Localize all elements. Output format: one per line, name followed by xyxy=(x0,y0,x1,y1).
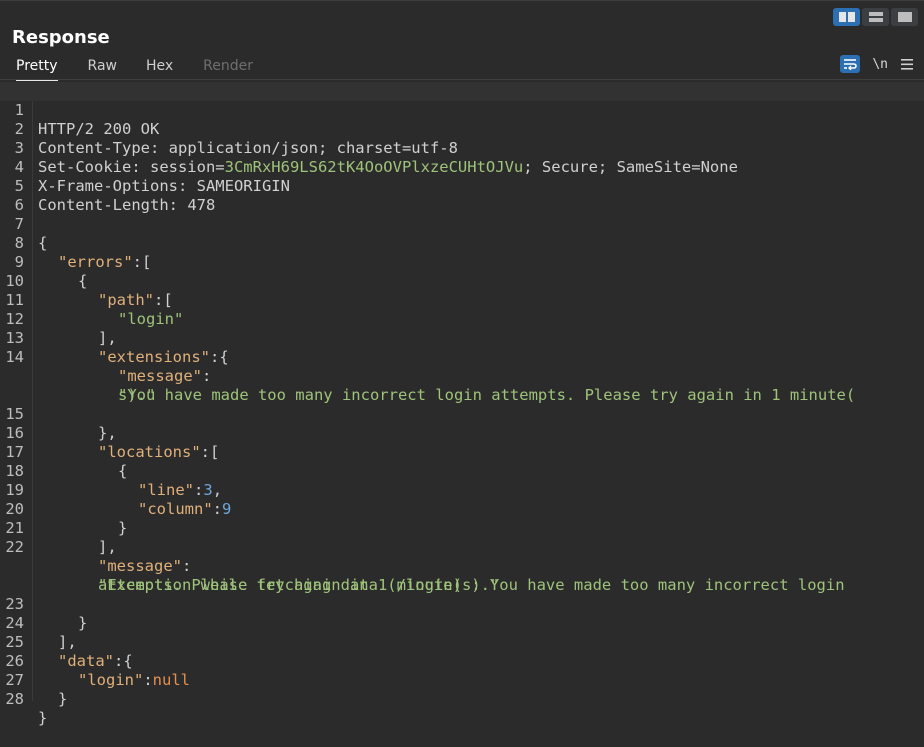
split-horizontal-icon xyxy=(838,12,855,22)
code-line: "Exception while fetching data (/login) … xyxy=(0,538,924,594)
top-border xyxy=(0,0,924,1)
code-line: 6 xyxy=(0,177,924,214)
code-line: 26 "login":null xyxy=(0,633,924,689)
code-line: 24 ], xyxy=(0,595,924,651)
tab-raw[interactable]: Raw xyxy=(88,56,117,78)
code-line: 14 "message": xyxy=(0,329,924,385)
code-line: 10 "path":[ xyxy=(0,253,924,309)
code-line: 1 HTTP/2 200 OK xyxy=(0,82,924,138)
hamburger-menu-icon xyxy=(901,58,913,70)
code-line: 25 "data":{ xyxy=(0,614,924,670)
code-line: 9 { xyxy=(0,234,924,290)
json-punct: } xyxy=(58,690,68,708)
wrap-lines-button[interactable] xyxy=(840,55,861,73)
code-line: 28 } xyxy=(0,671,924,727)
json-punct: } xyxy=(38,709,48,727)
code-line: 5 Content-Length: 478 xyxy=(0,158,924,214)
code-line: attempts. Please try again in 1 minute(s… xyxy=(0,557,924,594)
editor-toolbar: \n xyxy=(840,55,914,73)
code-line: "You have made too many incorrect login … xyxy=(0,348,924,404)
view-tabs: Pretty Raw Hex Render xyxy=(0,56,254,81)
single-pane-icon xyxy=(897,12,912,22)
panel-title: Response xyxy=(12,27,110,48)
split-vertical-button[interactable] xyxy=(862,8,889,26)
single-pane-button[interactable] xyxy=(891,8,918,26)
split-horizontal-button[interactable] xyxy=(833,8,860,26)
toolbar-divider xyxy=(0,79,924,80)
code-line: 27 } xyxy=(0,652,924,708)
editor-menu-button[interactable] xyxy=(900,56,914,72)
code-line: 8 "errors":[ xyxy=(0,215,924,271)
wrap-lines-icon xyxy=(844,59,858,70)
code-line: 13 "extensions":{ xyxy=(0,310,924,366)
code-line: s)." xyxy=(0,367,924,404)
code-line: 2 Content-Type: application/json; charse… xyxy=(0,101,924,157)
code-line: 4 X-Frame-Options: SAMEORIGIN xyxy=(0,139,924,195)
code-line: 18 "line":3, xyxy=(0,443,924,499)
show-newlines-button[interactable]: \n xyxy=(872,57,888,72)
code-line: 7 { xyxy=(0,196,924,252)
code-line: 11 "login" xyxy=(0,272,924,328)
code-line: 17 { xyxy=(0,424,924,480)
code-line: 21 ], xyxy=(0,500,924,556)
tab-render: Render xyxy=(203,58,254,74)
code-line: 19 "column":9 xyxy=(0,462,924,518)
tab-pretty[interactable]: Pretty xyxy=(16,56,58,81)
code-line: 3 Set-Cookie: session=3CmRxH69LS62tK4OoO… xyxy=(0,120,924,176)
code-line: 23 } xyxy=(0,576,924,632)
code-line: 20 } xyxy=(0,481,924,537)
code-line: 15 }, xyxy=(0,386,924,442)
layout-toggle-group xyxy=(833,8,918,26)
code-line: 12 ], xyxy=(0,291,924,347)
split-vertical-icon xyxy=(868,12,883,22)
code-line: 16 "locations":[ xyxy=(0,405,924,461)
line-number: 28 xyxy=(5,690,24,708)
response-editor[interactable]: 1 HTTP/2 200 OK 2 Content-Type: applicat… xyxy=(0,82,924,727)
code-line: 22 "message": xyxy=(0,519,924,575)
tab-hex[interactable]: Hex xyxy=(146,56,173,78)
